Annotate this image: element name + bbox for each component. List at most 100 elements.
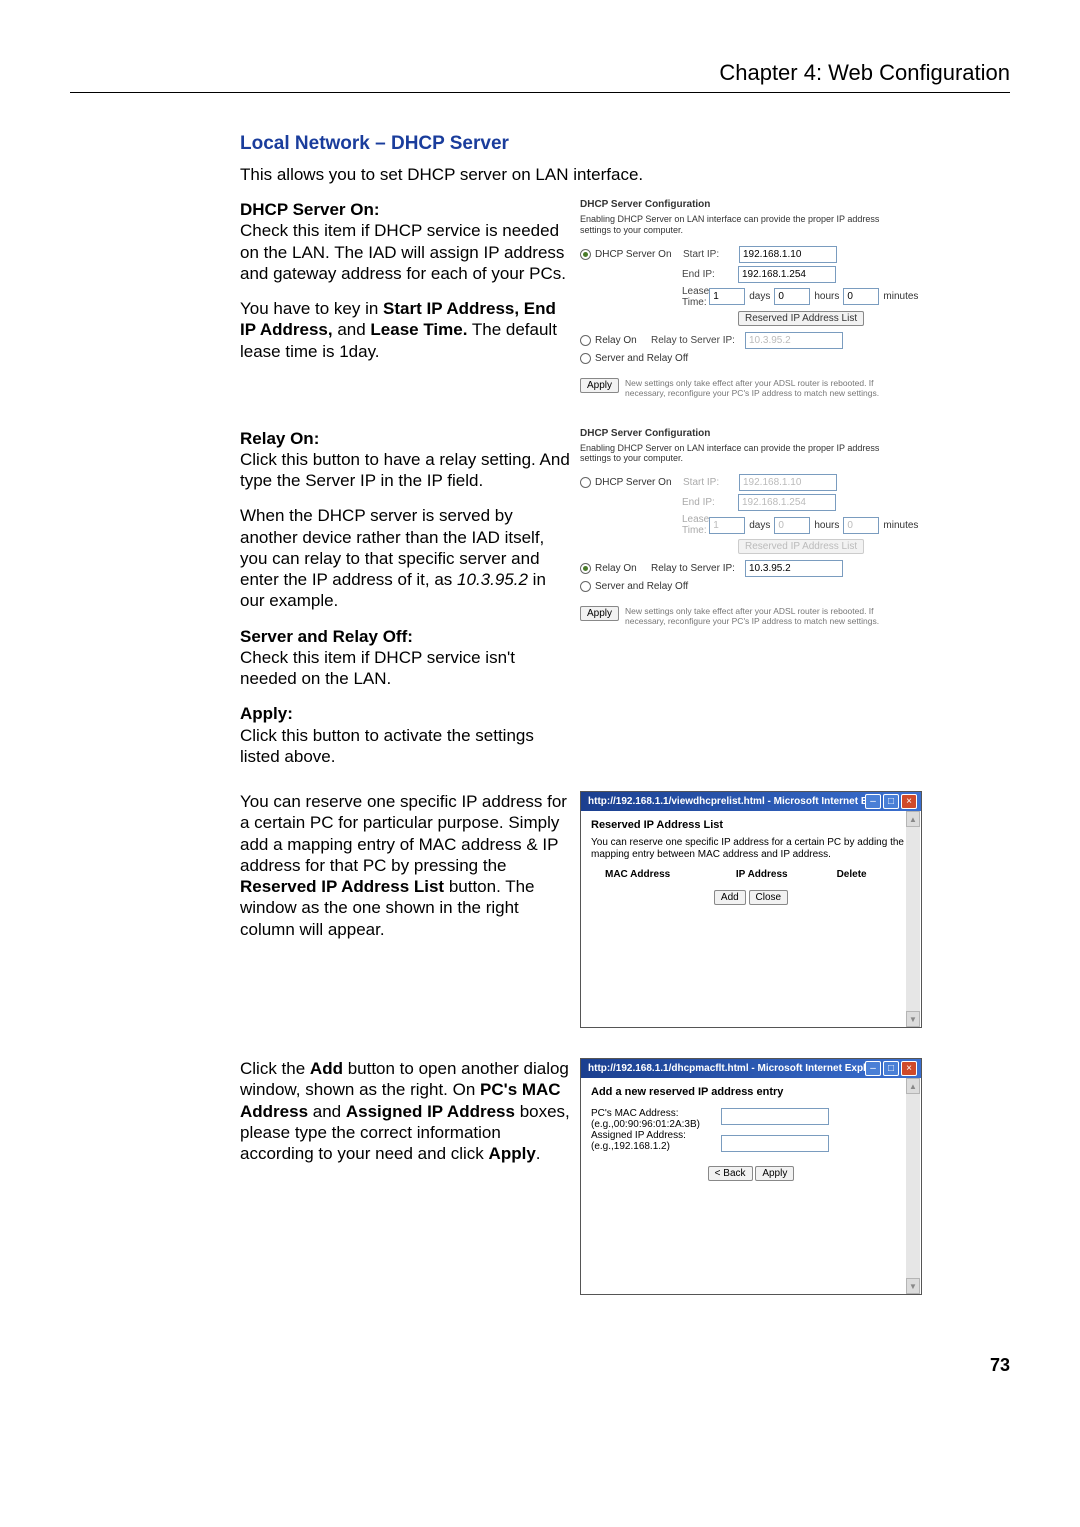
lease-minutes-input[interactable] — [843, 288, 879, 305]
relay-on-heading: Relay On: — [240, 429, 319, 448]
radio-server-relay-off[interactable] — [580, 353, 591, 364]
radio-dhcp-on-2[interactable] — [580, 477, 591, 488]
radio-dhcp-on-label: DHCP Server On — [595, 249, 683, 260]
mac-address-label: PC's MAC Address: — [591, 1108, 721, 1119]
radio-relay-label-2: Relay On — [595, 563, 651, 574]
scroll-down-icon-2[interactable]: ▼ — [906, 1278, 920, 1294]
mac-address-example: (e.g.,00:90:96:01:2A:3B) — [591, 1119, 721, 1130]
apply-button-2[interactable]: Apply — [580, 606, 619, 621]
radio-relay-on-2[interactable] — [580, 563, 591, 574]
lease-minutes-unit-2: minutes — [883, 520, 918, 531]
close-icon-2[interactable]: × — [901, 1061, 917, 1076]
dhcp-config-block-1: DHCP Server Configuration Enabling DHCP … — [580, 199, 910, 398]
dhcp-config-title: DHCP Server Configuration — [580, 199, 910, 210]
radio-relay-label: Relay On — [595, 335, 651, 346]
popup1-table-header: MAC Address IP Address Delete — [605, 869, 897, 880]
relay-on-text1: Click this button to have a relay settin… — [240, 450, 570, 490]
scroll-up-icon[interactable]: ▲ — [906, 811, 920, 827]
add-button[interactable]: Add — [714, 890, 746, 905]
dhcp-on-text: Check this item if DHCP service is neede… — [240, 221, 566, 283]
dhcp-config-title-2: DHCP Server Configuration — [580, 428, 910, 439]
apply-note-text: New settings only take effect after your… — [625, 378, 910, 398]
reserved-ip-list-popup: e http://192.168.1.1/viewdhcprelist.html… — [580, 791, 922, 1028]
radio-server-relay-off-2[interactable] — [580, 581, 591, 592]
popup2-titlebar[interactable]: e http://192.168.1.1/dhcpmacflt.html - M… — [581, 1059, 921, 1078]
assigned-ip-label: Assigned IP Address: — [591, 1130, 721, 1141]
close-button[interactable]: Close — [749, 890, 789, 905]
end-ip-input-2 — [738, 494, 836, 511]
lease-days-unit-2: days — [749, 520, 770, 531]
maximize-icon[interactable]: □ — [883, 794, 899, 809]
popup1-titlebar[interactable]: e http://192.168.1.1/viewdhcprelist.html… — [581, 792, 921, 811]
dhcp-config-desc-2: Enabling DHCP Server on LAN interface ca… — [580, 443, 910, 465]
end-ip-label: End IP: — [682, 269, 738, 280]
reserved-ip-list-button[interactable]: Reserved IP Address List — [738, 311, 864, 326]
popup2-scrollbar[interactable]: ▲ ▼ — [906, 1078, 920, 1294]
radio-dhcp-on-label-2: DHCP Server On — [595, 477, 683, 488]
lease-time-label: Lease Time: — [682, 286, 709, 308]
assigned-ip-example: (e.g.,192.168.1.2) — [591, 1141, 721, 1152]
apply-heading: Apply: — [240, 704, 293, 723]
apply-note-text-2: New settings only take effect after your… — [625, 606, 910, 626]
end-ip-input[interactable] — [738, 266, 836, 283]
maximize-icon-2[interactable]: □ — [883, 1061, 899, 1076]
lease-hours-input[interactable] — [774, 288, 810, 305]
mac-address-input[interactable] — [721, 1108, 829, 1125]
scroll-down-icon[interactable]: ▼ — [906, 1011, 920, 1027]
lease-days-unit: days — [749, 291, 770, 302]
dhcp-on-description: DHCP Server On: Check this item if DHCP … — [240, 199, 570, 376]
start-ip-label: Start IP: — [683, 249, 739, 260]
col-ip: IP Address — [736, 869, 837, 880]
intro-text: This allows you to set DHCP server on LA… — [240, 165, 1010, 185]
start-ip-input[interactable] — [739, 246, 837, 263]
add-entry-description: Click the Add button to open another dia… — [240, 1058, 570, 1178]
section-title: Local Network – DHCP Server — [240, 133, 1010, 155]
relay-server-ip-input-2[interactable] — [745, 560, 843, 577]
radio-off-label-2: Server and Relay Off — [595, 581, 688, 592]
lease-minutes-input-2 — [843, 517, 879, 534]
page-number: 73 — [70, 1355, 1010, 1376]
popup2-heading: Add a new reserved IP address entry — [591, 1086, 911, 1098]
start-ip-input-2 — [739, 474, 837, 491]
scroll-up-icon-2[interactable]: ▲ — [906, 1078, 920, 1094]
apply-button-1[interactable]: Apply — [580, 378, 619, 393]
radio-dhcp-on[interactable] — [580, 249, 591, 260]
dhcp-on-heading: DHCP Server On: — [240, 200, 380, 219]
relay-server-ip-input[interactable] — [745, 332, 843, 349]
lease-hours-unit: hours — [814, 291, 839, 302]
minimize-icon-2[interactable]: – — [865, 1061, 881, 1076]
popup1-heading: Reserved IP Address List — [591, 819, 911, 831]
lease-days-input-2 — [709, 517, 745, 534]
relay-on-description: Relay On: Click this button to have a re… — [240, 428, 570, 782]
radio-off-label: Server and Relay Off — [595, 353, 688, 364]
lease-hours-unit-2: hours — [814, 520, 839, 531]
lease-minutes-unit: minutes — [883, 291, 918, 302]
lease-time-label-2: Lease Time: — [682, 514, 709, 536]
relay-server-ip-label: Relay to Server IP: — [651, 335, 745, 346]
popup1-scrollbar[interactable]: ▲ ▼ — [906, 811, 920, 1027]
lease-days-input[interactable] — [709, 288, 745, 305]
popup1-title-text: http://192.168.1.1/viewdhcprelist.html -… — [588, 796, 865, 807]
col-mac: MAC Address — [605, 869, 736, 880]
close-icon[interactable]: × — [901, 794, 917, 809]
minimize-icon[interactable]: – — [865, 794, 881, 809]
end-ip-label-2: End IP: — [682, 497, 738, 508]
header-underline — [70, 92, 1010, 93]
popup1-desc: You can reserve one specific IP address … — [591, 837, 911, 861]
reserved-ip-list-button-2: Reserved IP Address List — [738, 539, 864, 554]
dhcp-config-block-2: DHCP Server Configuration Enabling DHCP … — [580, 428, 910, 627]
back-button[interactable]: < Back — [708, 1166, 753, 1181]
start-ip-label-2: Start IP: — [683, 477, 739, 488]
dhcp-config-desc: Enabling DHCP Server on LAN interface ca… — [580, 214, 910, 236]
popup2-title-text: http://192.168.1.1/dhcpmacflt.html - Mic… — [588, 1063, 865, 1074]
add-entry-popup: e http://192.168.1.1/dhcpmacflt.html - M… — [580, 1058, 922, 1295]
relay-server-ip-label-2: Relay to Server IP: — [651, 563, 745, 574]
radio-relay-on[interactable] — [580, 335, 591, 346]
lease-hours-input-2 — [774, 517, 810, 534]
server-relay-off-heading: Server and Relay Off: — [240, 627, 413, 646]
page-header: Chapter 4: Web Configuration — [70, 60, 1010, 86]
reserved-ip-description: You can reserve one specific IP address … — [240, 791, 570, 954]
assigned-ip-input[interactable] — [721, 1135, 829, 1152]
apply-button-popup[interactable]: Apply — [755, 1166, 794, 1181]
apply-text: Click this button to activate the settin… — [240, 726, 534, 766]
